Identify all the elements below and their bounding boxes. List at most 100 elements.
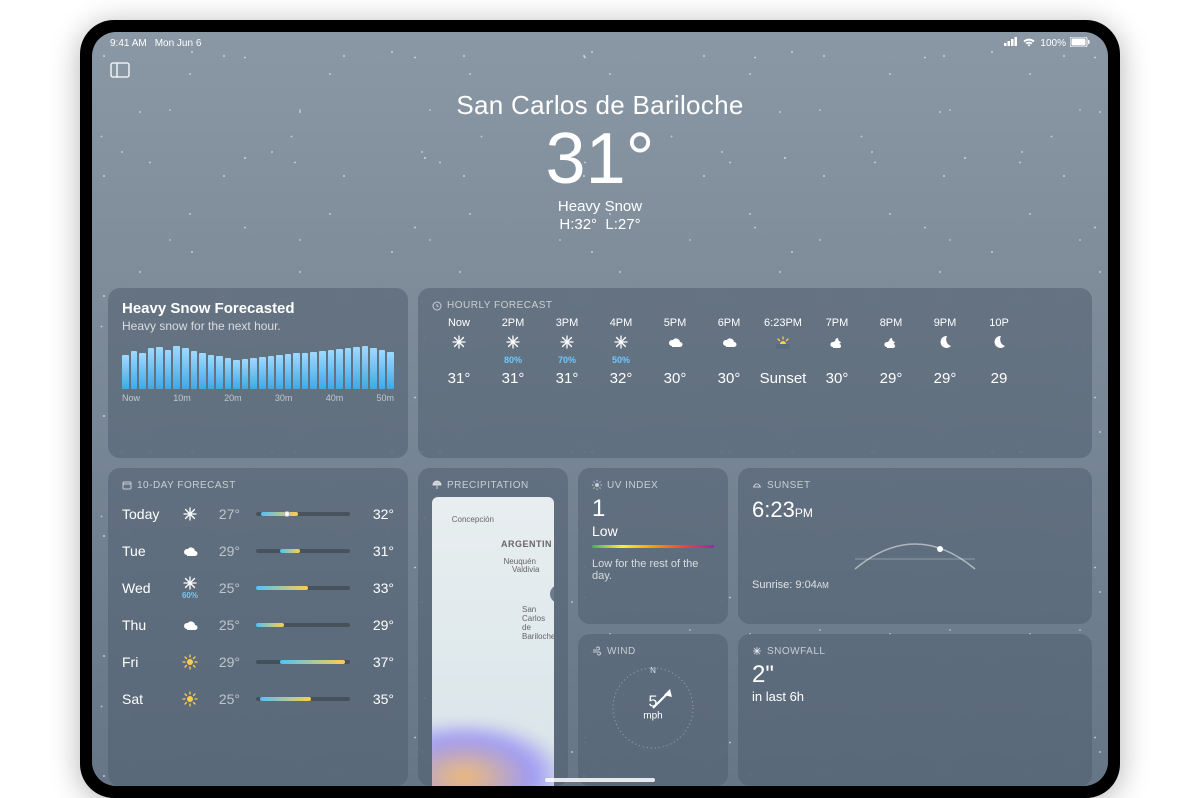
hour-precip-pct: 50% [612, 355, 630, 364]
precip-bar-label: 20m [224, 393, 242, 403]
snowflake-icon [752, 646, 762, 656]
snow-icon [451, 333, 467, 351]
hour-item[interactable]: 6:23PMSunset [756, 317, 810, 387]
hour-item[interactable]: 2PM80%31° [486, 317, 540, 387]
precip-bar [370, 348, 377, 389]
precip-bar [336, 349, 343, 389]
snow-alert-card[interactable]: Heavy Snow Forecasted Heavy snow for the… [108, 288, 408, 458]
hourly-forecast-card[interactable]: HOURLY FORECAST Now 31° 2PM80%31°3PM70%31°… [418, 288, 1092, 458]
precip-bar-label: 50m [376, 393, 394, 403]
day-name: Sat [122, 691, 168, 707]
uv-header: UV INDEX [607, 480, 658, 491]
snow-icon [559, 333, 575, 351]
wind-card[interactable]: WIND N 5mph [578, 634, 728, 786]
sunset-card[interactable]: SUNSET 6:23PM Sunrise: 9:04AM [738, 468, 1092, 624]
sunset-time: 6:23PM [752, 497, 1078, 523]
precip-map[interactable]: Concepción ARGENTIN Valdivia Neuquén 31 … [432, 497, 554, 787]
daily-header: 10-DAY FORECAST [137, 480, 236, 491]
snow-icon [613, 333, 629, 351]
ten-day-forecast-card[interactable]: 10-DAY FORECAST Today27°32°Tue29°31°Wed6… [108, 468, 408, 787]
precip-bar [328, 350, 335, 389]
hour-item[interactable]: 7PM30° [810, 317, 864, 387]
snowfall-header: SNOWFALL [767, 646, 825, 657]
hour-time: Now [448, 317, 470, 329]
day-row[interactable]: Fri 29° 37° [122, 645, 394, 679]
hour-precip-pct: 70% [558, 355, 576, 364]
precipitation-map-card[interactable]: PRECIPITATION Concepción ARGENTIN Valdiv… [418, 468, 568, 787]
day-row[interactable]: Today 27° 32° [122, 497, 394, 531]
snowfall-sub: in last 6h [752, 689, 1078, 704]
cloud-icon [178, 543, 202, 559]
temp-range-bar [256, 586, 350, 590]
precip-bar-label: 30m [275, 393, 293, 403]
precip-bar [173, 346, 180, 389]
day-low: 29° [212, 543, 240, 559]
precip-bar [139, 353, 146, 389]
day-high: 37° [366, 654, 394, 670]
cloud-night-icon [883, 333, 899, 351]
hour-temp: 31° [448, 370, 471, 387]
hour-item[interactable]: 9PM29° [918, 317, 972, 387]
precip-bar [353, 347, 360, 389]
day-name: Wed [122, 580, 168, 596]
day-high: 32° [366, 506, 394, 522]
day-row[interactable]: Wed60%25°33° [122, 571, 394, 605]
precip-bar-label: 10m [173, 393, 191, 403]
wind-header: WIND [607, 646, 636, 657]
hour-temp: 32° [610, 370, 633, 387]
status-bar: 9:41 AM Mon Jun 6 100% [92, 32, 1108, 54]
hour-temp: Sunset [760, 370, 807, 387]
hour-item[interactable]: 10P29 [972, 317, 1026, 387]
hour-item[interactable]: Now 31° [432, 317, 486, 387]
hour-item[interactable]: 4PM50%32° [594, 317, 648, 387]
hour-item[interactable]: 5PM30° [648, 317, 702, 387]
signal-icon [1004, 37, 1018, 49]
temp-range-bar [256, 697, 350, 701]
precip-bar [165, 350, 172, 389]
battery-icon [1070, 37, 1090, 50]
cloud-night-icon [829, 333, 845, 351]
day-name: Tue [122, 543, 168, 559]
wind-compass: N 5mph [608, 663, 698, 753]
day-low: 27° [212, 506, 240, 522]
home-indicator[interactable] [545, 778, 655, 782]
day-name: Today [122, 506, 168, 522]
uv-note: Low for the rest of the day. [592, 558, 714, 582]
day-row[interactable]: Sat25°35° [122, 682, 394, 716]
precip-bar [199, 353, 206, 389]
hour-item[interactable]: 6PM30° [702, 317, 756, 387]
day-high: 29° [366, 617, 394, 633]
snowfall-card[interactable]: SNOWFALL 2" in last 6h [738, 634, 1092, 786]
hour-temp: 30° [718, 370, 741, 387]
moon-icon [991, 333, 1007, 351]
wind-icon [592, 646, 602, 656]
day-high: 35° [366, 691, 394, 707]
day-row[interactable]: Tue29°31° [122, 534, 394, 568]
day-row[interactable]: Thu25°29° [122, 608, 394, 642]
day-low: 25° [212, 580, 240, 596]
snow-icon [178, 506, 202, 522]
precip-bar [268, 356, 275, 389]
precip-bar [131, 351, 138, 389]
snowfall-value: 2" [752, 663, 1078, 687]
uv-level: Low [592, 523, 714, 539]
precip-bar [191, 351, 198, 389]
hour-item[interactable]: 8PM29° [864, 317, 918, 387]
day-low: 29° [212, 654, 240, 670]
precip-bar [362, 346, 369, 389]
hour-temp: 29° [880, 370, 903, 387]
precip-bar [156, 347, 163, 389]
hour-item[interactable]: 3PM70%31° [540, 317, 594, 387]
hourly-header: HOURLY FORECAST [447, 300, 552, 311]
uv-scale [592, 545, 714, 548]
uv-index-card[interactable]: UV INDEX 1 Low Low for the rest of the d… [578, 468, 728, 624]
hour-time: 2PM [502, 317, 525, 329]
battery-pct: 100% [1040, 38, 1066, 49]
precip-bar [250, 358, 257, 389]
precip-bar [182, 348, 189, 389]
snow-icon: 60% [178, 575, 202, 600]
location-name: San Carlos de Bariloche [92, 90, 1108, 121]
day-name: Fri [122, 654, 168, 670]
temp-range-bar [256, 512, 350, 516]
sidebar-button[interactable] [110, 62, 130, 78]
